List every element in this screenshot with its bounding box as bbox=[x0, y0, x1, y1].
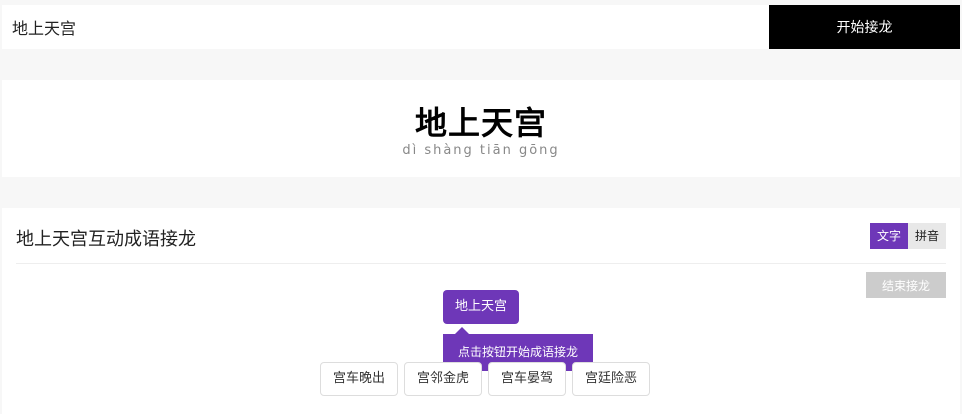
word-pinyin: dì shàng tiān gōng bbox=[402, 143, 560, 158]
idiom-option[interactable]: 宫车晏驾 bbox=[488, 362, 567, 396]
idiom-option[interactable]: 宫车晚出 bbox=[320, 362, 399, 396]
game-header: 地上天宫互动成语接龙 文字 拼音 bbox=[16, 208, 946, 264]
search-input[interactable] bbox=[2, 5, 769, 49]
start-chain-button[interactable]: 开始接龙 bbox=[769, 5, 960, 49]
word-card: 地上天宫 dì shàng tiān gōng bbox=[2, 80, 960, 177]
idiom-option[interactable]: 宫廷险恶 bbox=[572, 362, 651, 396]
game-title: 地上天宫互动成语接龙 bbox=[16, 229, 196, 250]
mode-pinyin-button[interactable]: 拼音 bbox=[907, 223, 946, 249]
chain-current-word: 地上天宫 bbox=[443, 290, 519, 324]
idiom-options: 宫车晚出 宫邻金虎 宫车晏驾 宫廷险恶 bbox=[320, 362, 651, 396]
word-title: 地上天宫 bbox=[414, 104, 547, 142]
game-card: 地上天宫互动成语接龙 文字 拼音 结束接龙 地上天宫 点击按钮开始成语接龙 宫车… bbox=[2, 208, 960, 414]
mode-toggle: 文字 拼音 bbox=[869, 223, 946, 249]
idiom-option[interactable]: 宫邻金虎 bbox=[404, 362, 483, 396]
page: 开始接龙 地上天宫 dì shàng tiān gōng 地上天宫互动成语接龙 … bbox=[0, 0, 962, 414]
mode-text-button[interactable]: 文字 bbox=[869, 223, 908, 249]
end-chain-button[interactable]: 结束接龙 bbox=[866, 272, 946, 298]
search-bar: 开始接龙 bbox=[2, 5, 960, 49]
